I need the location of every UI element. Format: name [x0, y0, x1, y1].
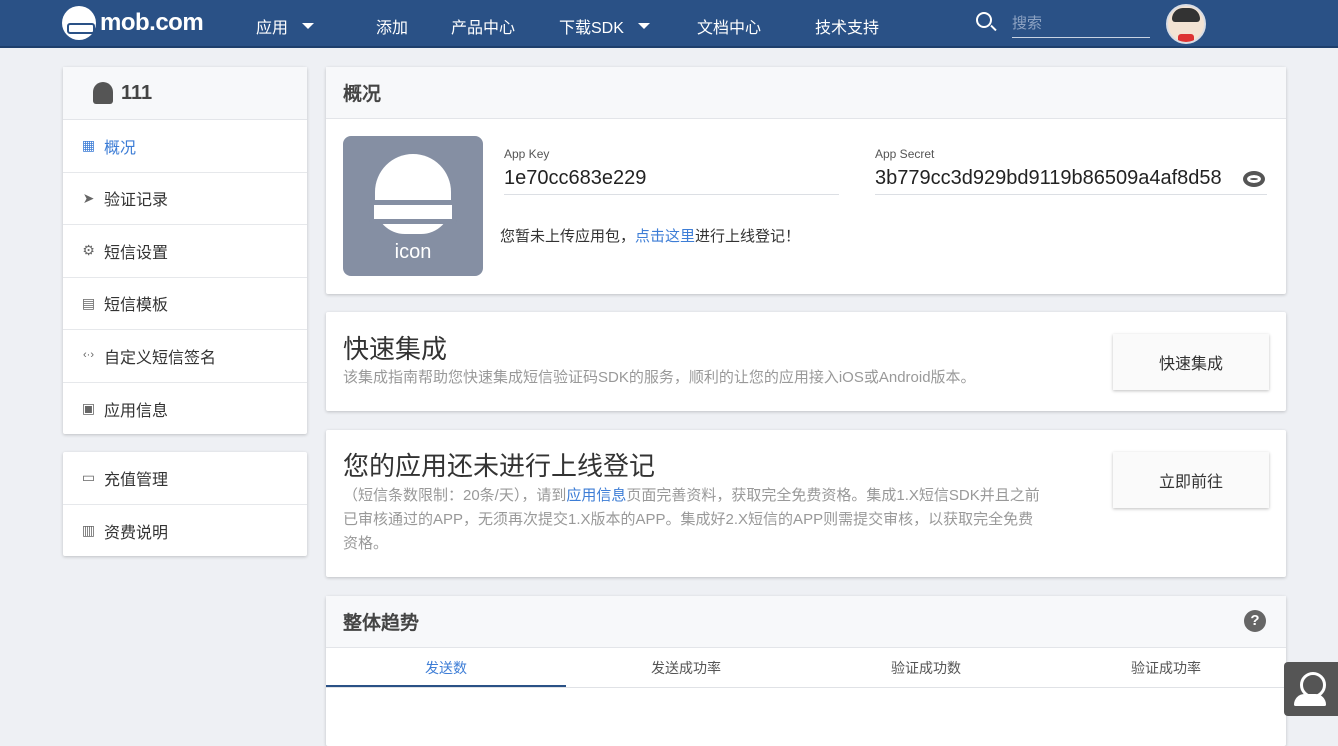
app-key-value: 1e70cc683e229 — [504, 167, 839, 195]
top-nav-bar: mob.com 应用 添加 产品中心 下载SDK 文档中心 技术支持 — [0, 0, 1338, 48]
code-icon: ‹·› — [83, 349, 94, 362]
quick-integration-button[interactable]: 快速集成 — [1113, 334, 1269, 390]
sidebar-item-custom-signature[interactable]: ‹·› 自定义短信签名 — [63, 330, 307, 383]
sidebar-item-verify-records[interactable]: ➤ 验证记录 — [63, 173, 307, 225]
sidebar-billing-menu: ▭ 充值管理 ▥ 资费说明 — [63, 452, 307, 556]
upload-notice: 您暂未上传应用包，点击这里进行上线登记！ — [500, 228, 801, 245]
sidebar-item-overview[interactable]: ▦ 概况 — [63, 120, 307, 173]
tab-verify-success-rate[interactable]: 验证成功率 — [1046, 648, 1286, 687]
nav-docs[interactable]: 文档中心 — [697, 14, 761, 38]
click-here-link[interactable]: 点击这里 — [635, 228, 695, 245]
avatar[interactable] — [1166, 4, 1206, 44]
overview-card: 概况 icon App Key 1e70cc683e229 App Secret… — [326, 67, 1286, 294]
gear-icon: ⚙ — [82, 242, 95, 259]
app-info-icon: ▣ — [81, 400, 96, 417]
app-secret-value: 3b779cc3d929bd9119b86509a4af8d58 — [875, 167, 1267, 195]
nav-add[interactable]: 添加 — [376, 14, 408, 38]
nav-download-sdk[interactable]: 下载SDK — [559, 14, 650, 38]
registration-title: 您的应用还未进行上线登记 — [343, 451, 656, 481]
logo-mascot-icon — [62, 6, 96, 40]
caret-down-icon — [302, 23, 315, 29]
quick-integration-title: 快速集成 — [343, 334, 448, 364]
android-icon — [93, 82, 113, 104]
search-icon[interactable] — [976, 12, 992, 28]
template-icon: ▤ — [81, 294, 96, 311]
send-icon: ➤ — [82, 189, 95, 206]
search-input[interactable] — [1012, 10, 1150, 38]
sidebar-item-app-info[interactable]: ▣ 应用信息 — [63, 383, 307, 436]
sidebar-item-sms-settings[interactable]: ⚙ 短信设置 — [63, 225, 307, 278]
tab-send-success-rate[interactable]: 发送成功率 — [566, 648, 806, 687]
overview-title: 概况 — [326, 67, 1286, 119]
clipboard-icon: ▥ — [81, 522, 96, 539]
nav-products[interactable]: 产品中心 — [451, 14, 515, 38]
logo-text: mob.com — [100, 9, 204, 36]
trend-card: 整体趋势 ? 发送数 发送成功率 验证成功数 验证成功率 — [326, 596, 1286, 746]
quick-integration-card: 快速集成 该集成指南帮助您快速集成短信验证码SDK的服务，顺利的让您的应用接入i… — [326, 312, 1286, 411]
sidebar-item-pricing[interactable]: ▥ 资费说明 — [63, 505, 307, 558]
tab-verify-success-count[interactable]: 验证成功数 — [806, 648, 1046, 687]
customer-support-icon[interactable] — [1284, 662, 1338, 716]
caret-down-icon — [637, 23, 650, 29]
credit-card-icon: ▭ — [81, 469, 96, 486]
quick-integration-desc: 该集成指南帮助您快速集成短信验证码SDK的服务，顺利的让您的应用接入iOS或An… — [343, 369, 976, 386]
go-now-button[interactable]: 立即前往 — [1113, 452, 1269, 508]
nav-apps[interactable]: 应用 — [256, 14, 315, 38]
dashboard-icon: ▦ — [81, 137, 96, 154]
tab-send-count[interactable]: 发送数 — [326, 648, 566, 687]
sidebar-item-recharge[interactable]: ▭ 充值管理 — [63, 452, 307, 505]
help-icon[interactable]: ? — [1244, 610, 1266, 632]
sidebar-item-sms-templates[interactable]: ▤ 短信模板 — [63, 278, 307, 330]
trend-tabs: 发送数 发送成功率 验证成功数 验证成功率 — [326, 648, 1286, 688]
trend-title: 整体趋势 — [326, 596, 1286, 648]
app-secret-label: App Secret — [875, 147, 935, 161]
registration-desc: （短信条数限制：20条/天），请到应用信息页面完善资料，获取完全免费资格。集成1… — [343, 487, 1040, 552]
logo[interactable]: mob.com — [62, 6, 204, 40]
sidebar-menu: 111 ▦ 概况 ➤ 验证记录 ⚙ 短信设置 ▤ 短信模板 ‹·› 自定义短信签名 ▣ 应用… — [63, 67, 307, 434]
app-name-header: 111 — [63, 67, 307, 120]
app-icon-placeholder: icon — [343, 136, 483, 276]
eye-icon[interactable] — [1243, 171, 1265, 187]
app-key-label: App Key — [504, 147, 550, 161]
app-info-link[interactable]: 应用信息 — [566, 487, 626, 504]
nav-support[interactable]: 技术支持 — [815, 14, 879, 38]
registration-card: 您的应用还未进行上线登记 （短信条数限制：20条/天），请到应用信息页面完善资料… — [326, 430, 1286, 577]
